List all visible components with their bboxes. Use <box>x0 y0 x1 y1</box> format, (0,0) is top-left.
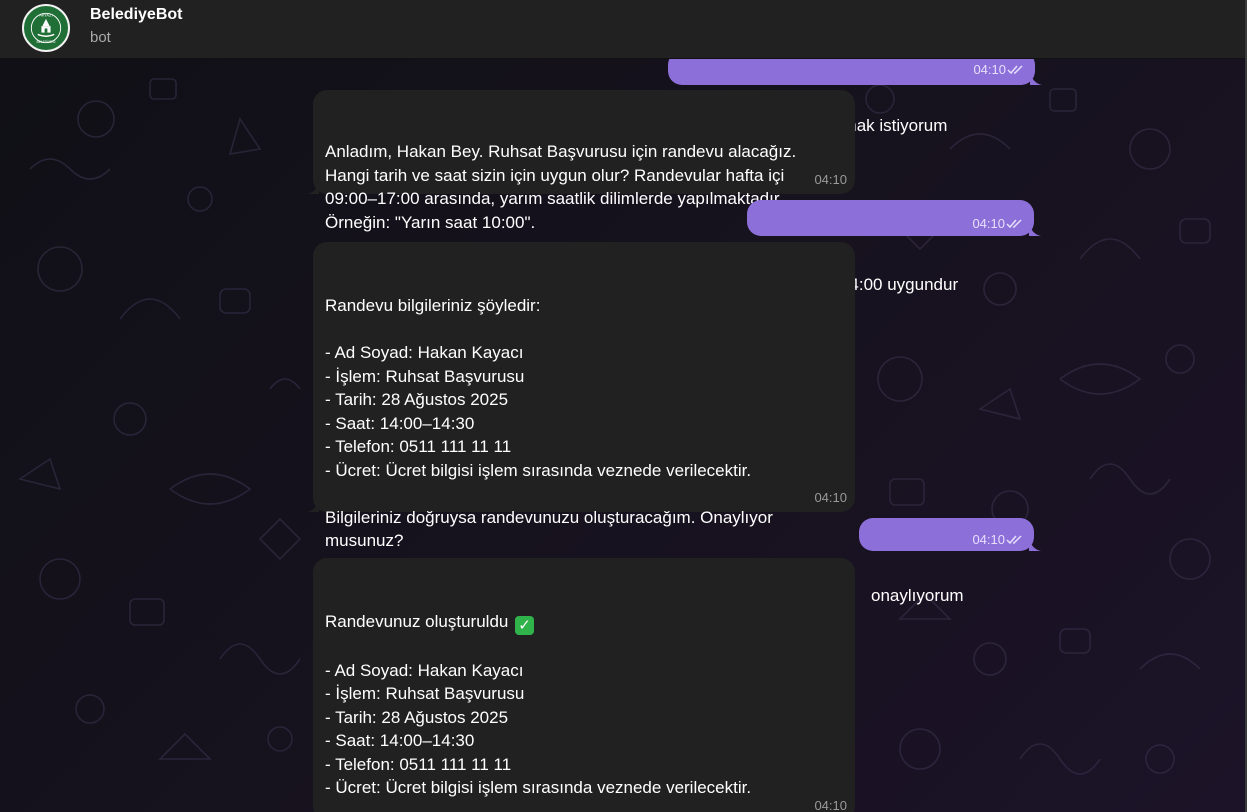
double-check-icon <box>1006 219 1022 229</box>
message-time: 04:10 <box>814 489 847 505</box>
double-check-icon <box>1007 65 1023 75</box>
message-time: 04:10 <box>972 532 1005 547</box>
message-text: Randevu bilgileriniz şöyledir: - Ad Soya… <box>325 296 773 550</box>
chat-title[interactable]: BelediyeBot <box>90 6 182 24</box>
svg-text:BELEDİYESİ: BELEDİYESİ <box>37 39 56 44</box>
bubble-tail <box>1029 222 1041 236</box>
chat-header[interactable]: AKYAZI BELEDİYESİ BelediyeBot bot <box>0 0 1247 59</box>
message-text: Randevunuz oluşturuldu ✓ - Ad Soyad: Hak… <box>325 610 843 812</box>
svg-text:AKYAZI: AKYAZI <box>39 13 52 18</box>
message-incoming[interactable]: Randevunuz oluşturuldu ✓ - Ad Soyad: Hak… <box>313 558 855 812</box>
message-time: 04:10 <box>814 797 847 812</box>
message-outgoing[interactable]: ruhsat başvurusu yapmak istiyorum 04:10 <box>668 59 1042 135</box>
message-text: onaylıyorum <box>871 586 964 605</box>
message-outgoing[interactable]: Yarın saat 14:00 uygundur 04:10 <box>747 200 1041 294</box>
message-meta: 04:10 <box>972 524 1024 555</box>
double-check-icon <box>1006 535 1022 545</box>
message-time: 04:10 <box>814 171 847 187</box>
bubble-tail <box>1030 71 1042 85</box>
bubble-tail <box>307 498 319 512</box>
telegram-chat-window: AKYAZI BELEDİYESİ BelediyeBot bot istiyo… <box>0 0 1247 812</box>
message-text-body: - Ad Soyad: Hakan Kayacı - İşlem: Ruhsat… <box>325 660 752 797</box>
message-meta: 04:10 <box>972 207 1024 241</box>
message-incoming[interactable]: Randevu bilgileriniz şöyledir: - Ad Soya… <box>307 242 855 550</box>
message-list[interactable]: ruhsat başvurusu yapmak istiyorum 04:10 … <box>0 59 1247 812</box>
message-outgoing[interactable]: onaylıyorum 04:10 <box>859 518 1041 605</box>
message-meta: 04:10 <box>973 59 1025 85</box>
check-mark-button-emoji: ✓ <box>515 616 535 635</box>
message-time: 04:10 <box>973 62 1006 77</box>
message-time: 04:10 <box>972 216 1005 231</box>
message-incoming[interactable]: Anladım, Hakan Bey. Ruhsat Başvurusu içi… <box>307 90 855 232</box>
bubble-tail <box>307 180 319 194</box>
bubble-tail <box>1029 537 1041 551</box>
message-text-first-line: Randevunuz oluşturuldu <box>325 612 509 631</box>
municipality-logo-icon[interactable]: AKYAZI BELEDİYESİ <box>22 4 70 52</box>
chat-subtitle: bot <box>90 29 111 46</box>
